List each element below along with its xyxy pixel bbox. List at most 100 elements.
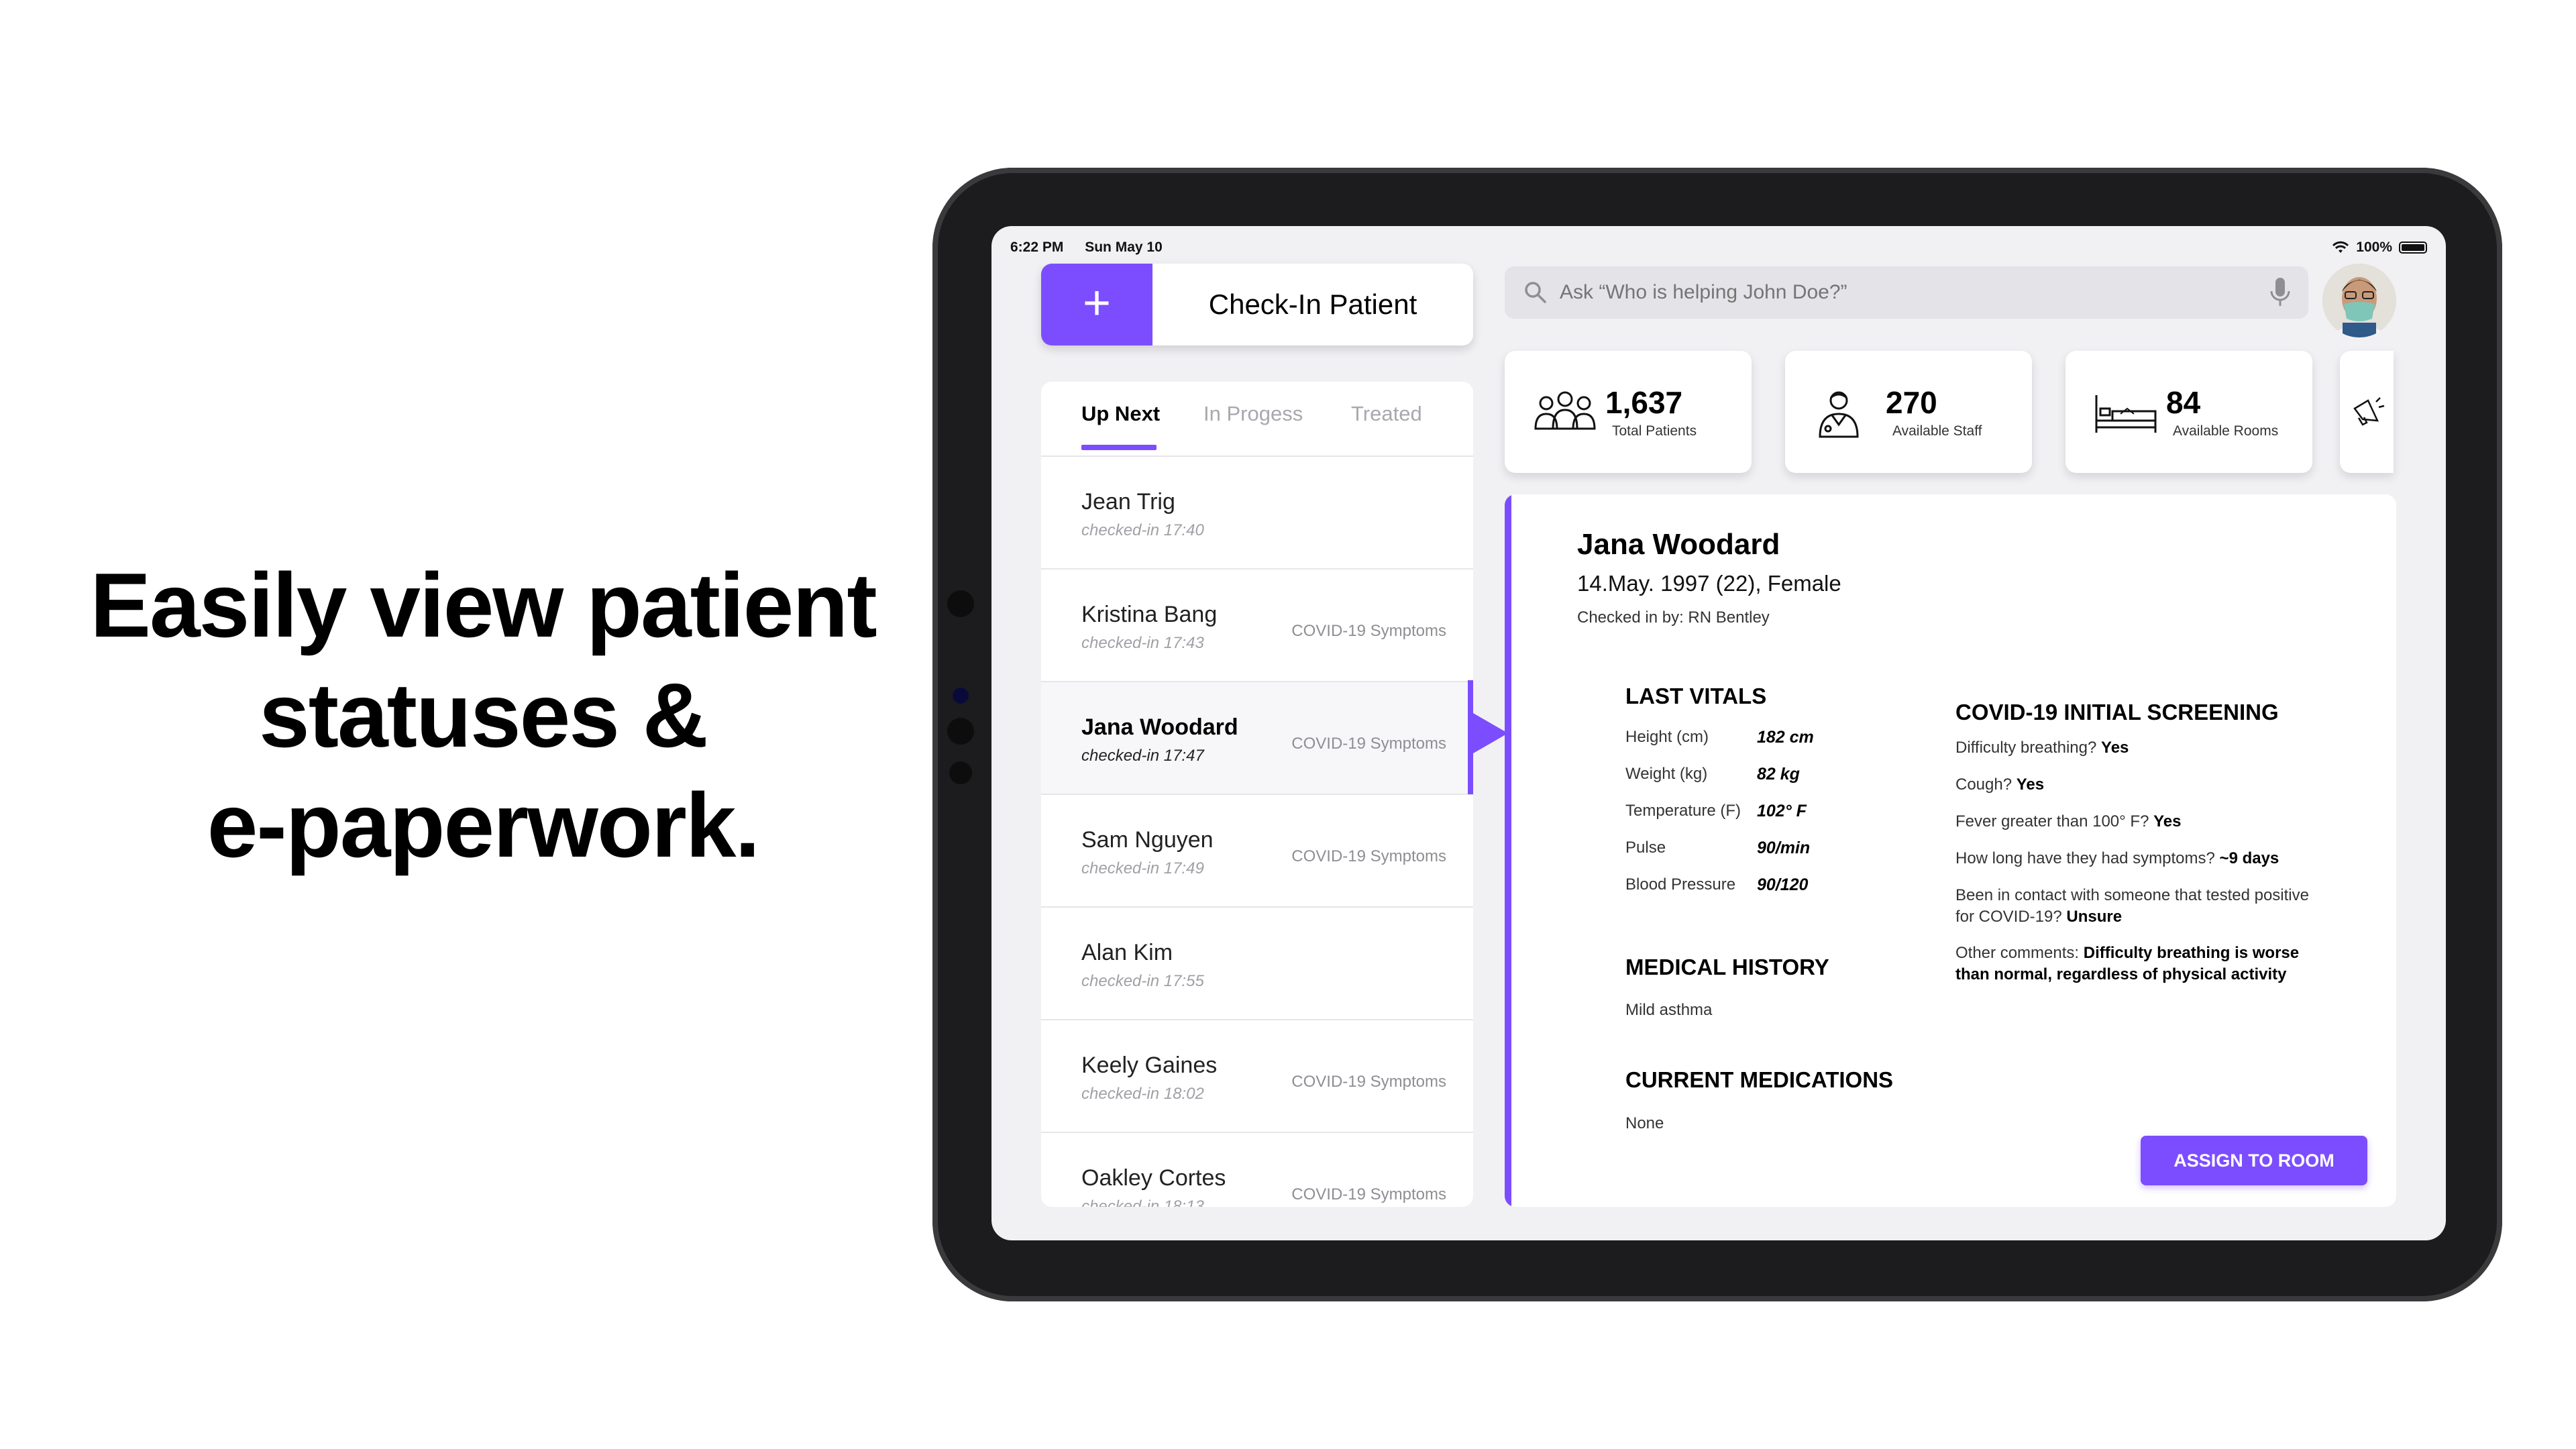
screening-answer: Yes: [2153, 812, 2182, 830]
megaphone-icon: [2353, 397, 2385, 426]
patient-row[interactable]: Alan Kim checked-in 17:55: [1041, 908, 1473, 1020]
patient-name: Kristina Bang: [1081, 602, 1218, 627]
side-sensor: [947, 590, 974, 617]
current-medications-value: None: [1625, 1114, 1664, 1132]
patient-checkin-time: checked-in 17:49: [1081, 859, 1204, 877]
battery-icon: [2399, 241, 2427, 254]
screening-item: Cough? Yes: [1955, 774, 2331, 796]
patient-checkin-time: checked-in 17:40: [1081, 521, 1204, 539]
patient-name: Sam Nguyen: [1081, 827, 1214, 853]
headline-line-3: e-paperwork.: [207, 774, 760, 876]
stat-card-total-patients[interactable]: 1,637 Total Patients: [1505, 351, 1752, 473]
app-screen: 6:22 PM Sun May 10 100% + Check-In Patie…: [991, 226, 2446, 1240]
screening-answer: Yes: [2101, 739, 2129, 757]
side-sensor: [949, 761, 972, 784]
patient-row[interactable]: Oakley Cortes checked-in 18:13 COVID-19 …: [1041, 1133, 1473, 1207]
check-in-patient-button[interactable]: + Check-In Patient: [1041, 264, 1473, 345]
patient-row[interactable]: Keely Gaines checked-in 18:02 COVID-19 S…: [1041, 1020, 1473, 1133]
patient-checkin-time: checked-in 17:55: [1081, 972, 1204, 990]
screening-item: How long have they had symptoms? ~9 days: [1955, 848, 2331, 869]
hospital-bed-icon: [2095, 395, 2157, 433]
search-icon: [1525, 282, 1546, 303]
patient-checkin-time: checked-in 17:43: [1081, 634, 1204, 652]
screening-question: Fever greater than 100° F?: [1955, 812, 2149, 830]
headline-line-2: statuses &: [259, 664, 708, 766]
tab-treated[interactable]: Treated: [1351, 402, 1422, 426]
patient-name: Jean Trig: [1081, 489, 1175, 515]
vital-label: Pulse: [1625, 839, 1666, 857]
user-photo: [2322, 264, 2396, 337]
patient-tag: COVID-19 Symptoms: [1291, 1073, 1446, 1091]
screening-item: Difficulty breathing? Yes: [1955, 737, 2331, 759]
vital-label: Blood Pressure: [1625, 875, 1736, 894]
vital-value: 90/120: [1757, 875, 1809, 894]
patient-name: Jana Woodard: [1081, 714, 1238, 740]
selected-row-indicator: [1468, 680, 1473, 794]
screening-question: Cough?: [1955, 775, 2012, 794]
patient-detail-name: Jana Woodard: [1577, 528, 1780, 561]
side-sensor: [953, 688, 969, 704]
patient-dob: 14.May. 1997 (22), Female: [1577, 571, 1841, 596]
medical-history-heading: MEDICAL HISTORY: [1625, 955, 1829, 979]
patient-queue: Up Next In Progess Treated Jean Trig che…: [1041, 382, 1473, 1207]
screening-heading: COVID-19 INITIAL SCREENING: [1955, 700, 2279, 724]
doctor-icon: [1819, 391, 1859, 438]
vital-value: 82 kg: [1757, 765, 1800, 784]
patient-checkin-time: checked-in 17:47: [1081, 747, 1204, 765]
status-bar: 6:22 PM Sun May 10 100%: [1010, 237, 2427, 260]
stat-label: Available Staff: [1892, 423, 1982, 439]
screening-question: Difficulty breathing?: [1955, 739, 2097, 757]
stat-label: Total Patients: [1612, 423, 1697, 439]
user-avatar[interactable]: [2322, 264, 2396, 337]
patient-tag: COVID-19 Symptoms: [1291, 1185, 1446, 1203]
vital-value: 90/min: [1757, 839, 1811, 857]
patient-row[interactable]: Sam Nguyen checked-in 17:49 COVID-19 Sym…: [1041, 795, 1473, 908]
patient-tag: COVID-19 Symptoms: [1291, 847, 1446, 865]
detail-accent-bar: [1505, 494, 1511, 1207]
wifi-icon: [2332, 241, 2349, 253]
selection-pointer-icon: [1473, 713, 1508, 753]
announcements-card[interactable]: [2340, 351, 2394, 473]
status-time: 6:22 PM: [1010, 239, 1064, 255]
vital-label: Temperature (F): [1625, 802, 1741, 820]
stat-card-available-staff[interactable]: 270 Available Staff: [1785, 351, 2032, 473]
patient-row[interactable]: Jean Trig checked-in 17:40: [1041, 457, 1473, 570]
vital-label: Height (cm): [1625, 728, 1709, 746]
search-input[interactable]: [1558, 280, 2268, 305]
screening-answer: ~9 days: [2219, 849, 2279, 867]
patient-name: Oakley Cortes: [1081, 1165, 1226, 1191]
tab-in-progress[interactable]: In Progess: [1203, 402, 1303, 426]
medical-history-value: Mild asthma: [1625, 1001, 1713, 1019]
tab-up-next[interactable]: Up Next: [1081, 402, 1160, 426]
vital-value: 102° F: [1757, 802, 1807, 820]
assign-to-room-button[interactable]: ASSIGN TO ROOM: [2141, 1136, 2367, 1185]
screening-item: Other comments: Difficulty breathing is …: [1955, 943, 2318, 985]
patient-tag: COVID-19 Symptoms: [1291, 735, 1446, 753]
screening-question: Other comments:: [1955, 944, 2080, 962]
marketing-headline: Easily view patient statuses & e-paperwo…: [40, 550, 926, 880]
queue-tabs: Up Next In Progess Treated: [1041, 382, 1473, 457]
stat-value: 84: [2166, 385, 2201, 420]
search-bar[interactable]: [1505, 266, 2308, 319]
patient-checkin-time: checked-in 18:02: [1081, 1085, 1204, 1103]
patient-name: Keely Gaines: [1081, 1053, 1218, 1078]
battery-percent: 100%: [2356, 239, 2392, 255]
check-in-label: Check-In Patient: [1208, 288, 1417, 320]
microphone-icon[interactable]: [2268, 276, 2292, 309]
vital-label: Weight (kg): [1625, 765, 1708, 783]
stat-card-available-rooms[interactable]: 84 Available Rooms: [2065, 351, 2312, 473]
headline-line-1: Easily view patient: [90, 554, 877, 656]
stat-label: Available Rooms: [2173, 423, 2279, 439]
screening-item: Fever greater than 100° F? Yes: [1955, 811, 2331, 833]
current-medications-heading: CURRENT MEDICATIONS: [1625, 1067, 1894, 1092]
patient-row[interactable]: Kristina Bang checked-in 17:43 COVID-19 …: [1041, 570, 1473, 682]
vitals-heading: LAST VITALS: [1625, 684, 1767, 708]
vital-value: 182 cm: [1757, 728, 1814, 747]
patients-group-icon: [1534, 391, 1596, 430]
screening-answer: Unsure: [2066, 908, 2123, 926]
patient-row-selected[interactable]: Jana Woodard checked-in 17:47 COVID-19 S…: [1041, 682, 1473, 795]
screening-answer: Yes: [2016, 775, 2045, 794]
checked-in-by: Checked in by: RN Bentley: [1577, 608, 1770, 627]
screening-question: Been in contact with someone that tested…: [1955, 886, 2309, 926]
stat-value: 270: [1886, 385, 1937, 420]
